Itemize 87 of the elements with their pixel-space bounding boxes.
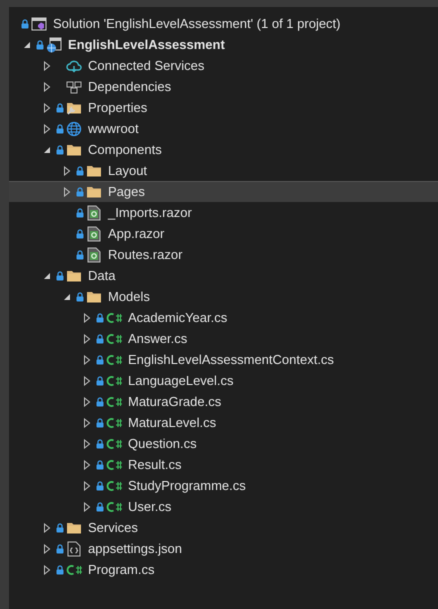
tree-item[interactable]: wwwroot [9, 118, 438, 139]
tree-item[interactable]: Components [9, 139, 438, 160]
tree-item[interactable]: appsettings.json [9, 538, 438, 559]
tree-item[interactable]: LanguageLevel.cs [9, 370, 438, 391]
collapsed-triangle-icon[interactable] [83, 438, 91, 448]
item-label: Question.cs [128, 436, 197, 452]
item-label: Result.cs [128, 456, 182, 472]
expanded-triangle-icon[interactable] [23, 40, 31, 48]
tree-item[interactable]: _Imports.razor [9, 202, 438, 223]
collapsed-triangle-icon[interactable] [83, 480, 91, 490]
collapsed-triangle-icon[interactable] [43, 564, 51, 574]
item-label: LanguageLevel.cs [128, 372, 234, 388]
item-label: EnglishLevelAssessment [68, 36, 225, 52]
cloud-icon [66, 58, 82, 74]
item-label: Properties [88, 100, 148, 116]
tree-item[interactable]: EnglishLevelAssessmentContext.cs [9, 349, 438, 370]
item-label: User.cs [128, 498, 172, 514]
folder-icon [86, 184, 102, 200]
tree-item[interactable]: Routes.razor [9, 244, 438, 265]
project-globe-icon [46, 36, 62, 52]
tree-item[interactable]: Pages [9, 181, 438, 202]
globe-icon [66, 120, 82, 136]
collapsed-triangle-icon[interactable] [43, 544, 51, 554]
collapsed-triangle-icon[interactable] [43, 60, 51, 70]
item-label: Answer.cs [128, 330, 188, 346]
solution-icon [31, 16, 47, 32]
collapsed-triangle-icon[interactable] [83, 396, 91, 406]
collapsed-triangle-icon[interactable] [83, 418, 91, 428]
tree-item[interactable]: App.razor [9, 223, 438, 244]
collapsed-triangle-icon[interactable] [43, 82, 51, 92]
item-label: Solution 'EnglishLevelAssessment' (1 of 1 project) [53, 16, 340, 32]
item-label: MaturaLevel.cs [128, 414, 216, 430]
item-label: wwwroot [88, 120, 139, 136]
item-label: Layout [108, 162, 148, 178]
collapsed-triangle-icon[interactable] [63, 166, 71, 176]
tree-item[interactable]: AcademicYear.cs [9, 307, 438, 328]
collapsed-triangle-icon[interactable] [83, 312, 91, 322]
item-label: App.razor [108, 226, 164, 242]
expanded-triangle-icon[interactable] [43, 272, 51, 280]
item-label: Dependencies [88, 78, 172, 94]
item-label: Pages [108, 184, 145, 200]
collapsed-triangle-icon[interactable] [83, 460, 91, 470]
item-label: Program.cs [88, 562, 154, 578]
item-label: EnglishLevelAssessmentContext.cs [128, 352, 334, 368]
tree-item[interactable]: Data [9, 265, 438, 286]
tree-item[interactable]: User.cs [9, 496, 438, 517]
item-label: Data [88, 268, 116, 284]
item-label: Routes.razor [108, 246, 182, 262]
item-label: Connected Services [88, 58, 204, 74]
tree-item[interactable]: EnglishLevelAssessment [9, 34, 438, 55]
item-label: Models [108, 288, 150, 304]
tree-item[interactable]: Program.cs [9, 559, 438, 580]
tree-item[interactable]: Connected Services [9, 55, 438, 76]
item-label: StudyProgramme.cs [128, 478, 246, 494]
collapsed-triangle-icon[interactable] [83, 354, 91, 364]
collapsed-triangle-icon[interactable] [83, 502, 91, 512]
razor-file-icon [86, 226, 102, 242]
collapsed-triangle-icon[interactable] [83, 376, 91, 386]
item-label: MaturaGrade.cs [128, 394, 222, 410]
collapsed-triangle-icon[interactable] [83, 334, 91, 344]
tree-item[interactable]: Models [9, 286, 438, 307]
collapsed-triangle-icon[interactable] [43, 124, 51, 134]
tree-item[interactable]: StudyProgramme.cs [9, 475, 438, 496]
tree-item[interactable]: Properties [9, 97, 438, 118]
json-file-icon [66, 540, 82, 556]
item-label: appsettings.json [88, 540, 182, 556]
tree-item[interactable]: MaturaGrade.cs [9, 391, 438, 412]
tree-item[interactable]: MaturaLevel.cs [9, 412, 438, 433]
tree-item[interactable]: Answer.cs [9, 328, 438, 349]
tree-item[interactable]: Solution 'EnglishLevelAssessment' (1 of 1 project) [9, 13, 438, 34]
collapsed-triangle-icon[interactable] [63, 187, 71, 197]
tree-item[interactable]: Result.cs [9, 454, 438, 475]
tree-item[interactable]: Services [9, 517, 438, 538]
item-label: Components [88, 142, 162, 158]
tree-item[interactable]: Dependencies [9, 76, 438, 97]
item-label: AcademicYear.cs [128, 310, 228, 326]
tree-item[interactable]: Layout [9, 160, 438, 181]
collapsed-triangle-icon[interactable] [43, 102, 51, 112]
item-label: Services [88, 520, 138, 536]
expanded-triangle-icon[interactable] [43, 146, 51, 154]
expanded-triangle-icon[interactable] [63, 292, 71, 300]
razor-file-icon [86, 246, 102, 262]
razor-file-icon [86, 204, 102, 220]
blocks-icon [66, 78, 82, 94]
tree-item[interactable]: Question.cs [9, 433, 438, 454]
item-label: _Imports.razor [108, 204, 192, 220]
collapsed-triangle-icon[interactable] [43, 522, 51, 532]
